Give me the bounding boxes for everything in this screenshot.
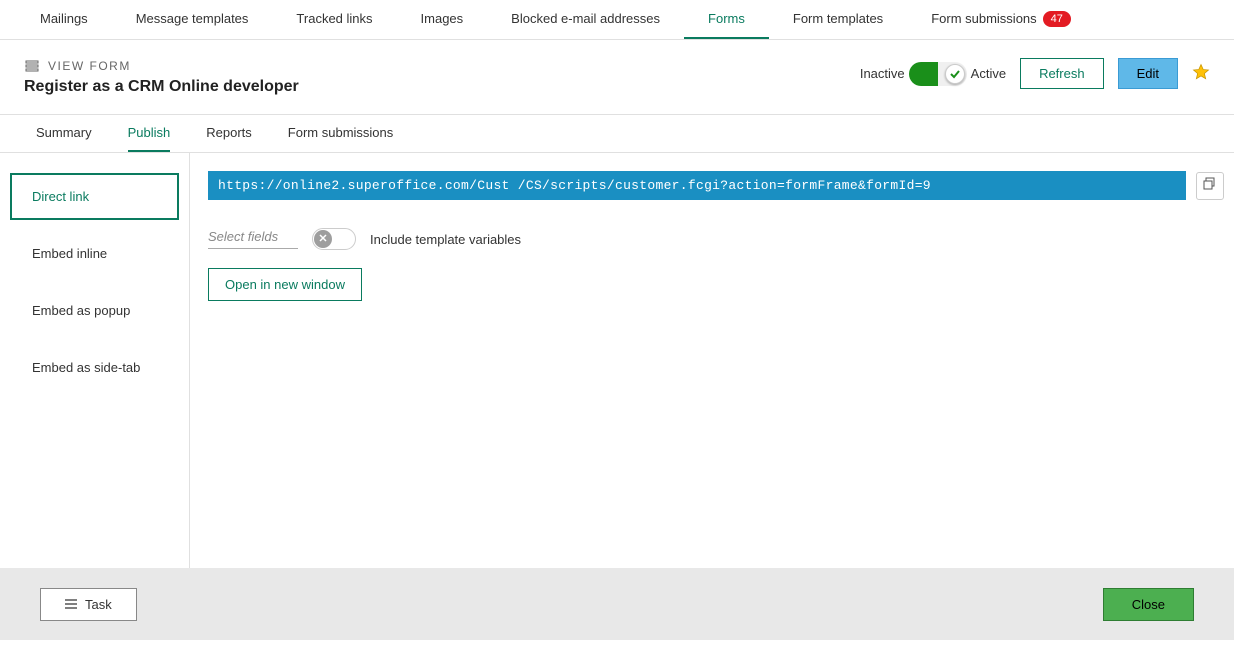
close-button[interactable]: Close [1103,588,1194,621]
nav-label: Mailings [40,11,88,26]
header-right: Inactive Active Refresh Edit [860,58,1210,89]
nav-label: Images [421,11,464,26]
page-title: Register as a CRM Online developer [24,78,299,96]
active-toggle-group: Inactive Active [860,62,1006,86]
nav-form-submissions[interactable]: Form submissions 47 [907,0,1095,39]
options-row: Select fields Include template variables [208,228,1224,250]
view-form-label: VIEW FORM [24,58,299,74]
sidebar-item-label: Embed inline [32,246,107,261]
refresh-button[interactable]: Refresh [1020,58,1104,89]
include-template-vars-toggle[interactable] [312,228,356,250]
view-form-text: VIEW FORM [48,59,131,73]
form-icon [24,58,40,74]
top-nav: Mailings Message templates Tracked links… [0,0,1234,40]
nav-images[interactable]: Images [397,0,488,39]
toggle-knob [945,64,965,84]
favorite-star-icon[interactable] [1192,63,1210,84]
nav-label: Tracked links [296,11,372,26]
nav-tracked-links[interactable]: Tracked links [272,0,396,39]
inactive-label: Inactive [860,66,905,81]
nav-label: Blocked e-mail addresses [511,11,660,26]
active-toggle[interactable] [909,62,967,86]
nav-mailings[interactable]: Mailings [16,0,112,39]
nav-label: Form templates [793,11,883,26]
sidebar-item-direct-link[interactable]: Direct link [10,173,179,220]
nav-form-templates[interactable]: Form templates [769,0,907,39]
nav-forms[interactable]: Forms [684,0,769,39]
copy-button[interactable] [1196,172,1224,200]
edit-button[interactable]: Edit [1118,58,1178,89]
nav-label: Message templates [136,11,249,26]
direct-link-url[interactable]: https://online2.superoffice.com/Cust /CS… [208,171,1186,200]
sidebar-item-embed-popup[interactable]: Embed as popup [10,287,179,334]
sidebar-item-label: Embed as side-tab [32,360,140,375]
tab-form-submissions[interactable]: Form submissions [288,115,393,152]
nav-label: Form submissions [931,11,1036,26]
nav-blocked-emails[interactable]: Blocked e-mail addresses [487,0,684,39]
header-section: VIEW FORM Register as a CRM Online devel… [0,40,1234,115]
task-button[interactable]: Task [40,588,137,621]
menu-icon [65,597,77,612]
tab-label: Form submissions [288,125,393,140]
select-fields-dropdown[interactable]: Select fields [208,229,298,249]
task-label: Task [85,597,112,612]
sub-tabs: Summary Publish Reports Form submissions [0,115,1234,153]
active-label: Active [971,66,1006,81]
publish-content: https://online2.superoffice.com/Cust /CS… [190,153,1234,568]
open-new-window-button[interactable]: Open in new window [208,268,362,301]
nav-message-templates[interactable]: Message templates [112,0,273,39]
main-area: Direct link Embed inline Embed as popup … [0,153,1234,568]
submissions-badge: 47 [1043,11,1071,27]
header-left: VIEW FORM Register as a CRM Online devel… [24,58,299,96]
tab-label: Reports [206,125,252,140]
copy-icon [1203,177,1217,194]
mini-toggle-knob [314,230,332,248]
tab-label: Publish [128,125,171,140]
tab-summary[interactable]: Summary [36,115,92,152]
include-template-vars-label: Include template variables [370,232,521,247]
tab-reports[interactable]: Reports [206,115,252,152]
url-row: https://online2.superoffice.com/Cust /CS… [208,171,1224,200]
close-icon [319,233,327,245]
sidebar-item-label: Embed as popup [32,303,130,318]
sidebar-item-embed-sidetab[interactable]: Embed as side-tab [10,344,179,391]
nav-label: Forms [708,11,745,26]
footer: Task Close [0,568,1234,640]
sidebar-item-label: Direct link [32,189,89,204]
publish-sidebar: Direct link Embed inline Embed as popup … [0,153,190,568]
sidebar-item-embed-inline[interactable]: Embed inline [10,230,179,277]
tab-label: Summary [36,125,92,140]
tab-publish[interactable]: Publish [128,115,171,152]
